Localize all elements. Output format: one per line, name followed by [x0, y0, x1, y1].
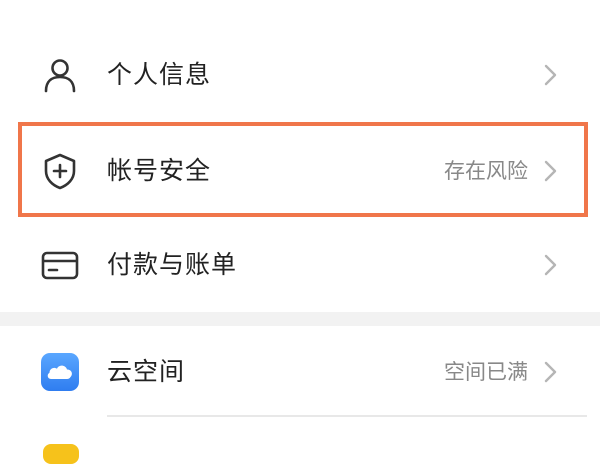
cloud-status-text: 空间已满	[444, 360, 528, 384]
cloud-icon	[41, 353, 79, 391]
settings-item-payment-billing[interactable]: 付款与账单	[0, 220, 600, 310]
section-divider	[0, 312, 600, 326]
row-divider	[107, 415, 587, 417]
chevron-right-icon	[543, 63, 559, 87]
chevron-right-icon	[543, 253, 559, 277]
chevron-right-icon	[543, 360, 559, 384]
person-icon	[41, 56, 79, 94]
settings-item-personal-info[interactable]: 个人信息	[0, 30, 600, 120]
highlight-box	[18, 122, 588, 217]
settings-item-label: 付款与账单	[107, 250, 238, 279]
settings-item-label: 个人信息	[107, 60, 212, 89]
card-icon	[41, 246, 79, 284]
settings-item-label: 云空间	[107, 357, 186, 386]
settings-item-cloud-space[interactable]: 云空间 空间已满	[0, 327, 600, 417]
app-icon	[43, 444, 79, 464]
